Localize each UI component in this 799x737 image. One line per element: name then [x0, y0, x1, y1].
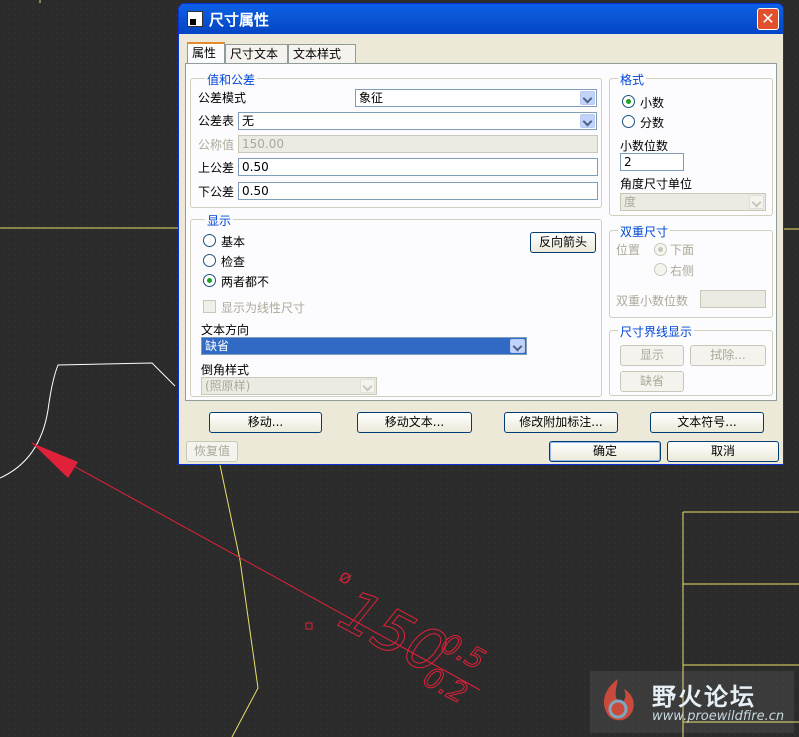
edit-attach-button[interactable]: 修改附加标注... [504, 412, 618, 433]
chevron-down-icon[interactable] [580, 91, 595, 105]
angle-unit-value: 度 [624, 195, 637, 209]
chamfer-style-value: (照原样) [205, 379, 251, 393]
properties-panel: 值和公差 公差模式 象征 公差表 无 公称值 150.00 上公差 0.50 下… [185, 63, 777, 401]
tolerance-mode-select[interactable]: 象征 [355, 89, 597, 107]
show-linear-checkbox [203, 300, 216, 313]
dimension-handle[interactable] [305, 622, 313, 630]
tab-properties[interactable]: 属性 [187, 42, 225, 64]
chamfer-style-label: 倒角样式 [201, 363, 250, 377]
fraction-radio[interactable] [622, 115, 635, 128]
fraction-label: 分数 [640, 116, 665, 130]
close-button[interactable]: ✕ [757, 8, 779, 30]
angle-unit-select: 度 [620, 193, 766, 211]
ok-button[interactable]: 确定 [549, 441, 661, 462]
watermark-url: www.proewildfire.cn [652, 709, 785, 724]
tolerance-mode-label: 公差模式 [198, 91, 247, 105]
nominal-value-field: 150.00 [238, 135, 598, 153]
text-symbol-button[interactable]: 文本符号... [650, 412, 764, 433]
decimal-places-field[interactable]: 2 [620, 153, 684, 171]
tolerance-table-value: 无 [242, 114, 255, 128]
show-linear-label: 显示为线性尺寸 [221, 301, 306, 315]
group-title: 双重尺寸 [618, 223, 671, 240]
witness-line-group: 尺寸界线显示 显示 拭除... 缺省 [609, 323, 773, 396]
inspect-radio[interactable] [203, 254, 216, 267]
neither-radio[interactable] [203, 274, 216, 287]
value-tolerance-group: 值和公差 公差模式 象征 公差表 无 公称值 150.00 上公差 0.50 下… [190, 71, 602, 208]
dual-position-label: 位置 [616, 243, 641, 257]
dimension-text[interactable]: Ø 150 0.5 0.2 [310, 568, 491, 711]
nominal-label: 公称值 [198, 138, 235, 152]
chevron-down-icon [749, 195, 764, 209]
dual-right-radio [654, 263, 667, 276]
inspect-label: 检查 [221, 255, 246, 269]
forum-watermark: 野火论坛 www.proewildfire.cn [590, 671, 794, 733]
basic-radio[interactable] [203, 234, 216, 247]
group-title: 格式 [618, 71, 647, 88]
tolerance-mode-value: 象征 [359, 91, 384, 105]
arc-geometry [0, 362, 176, 479]
decimal-label: 小数 [640, 96, 665, 110]
chevron-down-icon [360, 379, 375, 393]
dialog-titlebar[interactable]: 尺寸属性 ✕ [179, 4, 783, 34]
display-group: 显示 基本 检查 两者都不 反向箭头 显示为线性尺寸 文本方向 缺省 倒角样式 … [190, 212, 602, 397]
tab-dimension-text[interactable]: 尺寸文本 [225, 44, 288, 63]
upper-tolerance-label: 上公差 [198, 161, 235, 175]
move-text-button[interactable]: 移动文本... [357, 412, 472, 433]
dimension-prefix: Ø [336, 569, 353, 588]
cancel-button[interactable]: 取消 [667, 441, 779, 462]
text-orientation-label: 文本方向 [201, 323, 250, 337]
close-icon: ✕ [761, 9, 775, 28]
angle-unit-label: 角度尺寸单位 [620, 177, 693, 191]
tab-text-style[interactable]: 文本样式 [288, 44, 356, 63]
basic-label: 基本 [221, 235, 246, 249]
geometry-line [219, 464, 259, 737]
chevron-down-icon[interactable] [580, 114, 595, 128]
decimal-radio[interactable] [622, 95, 635, 108]
tolerance-table-label: 公差表 [198, 114, 235, 128]
dual-dimension-group: 双重尺寸 位置 下面 右侧 双重小数位数 [609, 223, 773, 318]
format-group: 格式 小数 分数 小数位数 2 角度尺寸单位 度 [609, 71, 773, 216]
tolerance-table-select[interactable]: 无 [238, 112, 597, 130]
upper-tolerance-field[interactable]: 0.50 [238, 158, 598, 176]
dimension-properties-dialog: 尺寸属性 ✕ 属性 尺寸文本 文本样式 值和公差 公差模式 象征 公差表 无 公… [178, 3, 784, 465]
group-title: 显示 [205, 212, 234, 229]
witness-erase-button: 拭除... [690, 345, 766, 366]
dialog-title: 尺寸属性 [209, 11, 270, 29]
window-icon [187, 11, 203, 27]
dual-decimal-label: 双重小数位数 [616, 294, 689, 308]
chamfer-style-select: (照原样) [201, 377, 377, 395]
move-button[interactable]: 移动... [209, 412, 322, 433]
flame-logo-icon [603, 679, 634, 721]
dual-below-radio [654, 243, 667, 256]
group-title: 尺寸界线显示 [618, 323, 695, 340]
group-title: 值和公差 [205, 71, 258, 88]
dual-below-label: 下面 [670, 243, 695, 257]
decimal-places-label: 小数位数 [620, 139, 669, 153]
text-orientation-select[interactable]: 缺省 [201, 337, 527, 355]
text-orientation-value: 缺省 [205, 339, 230, 353]
dimension-arrowhead [32, 443, 78, 478]
witness-default-button: 缺省 [620, 371, 684, 392]
neither-label: 两者都不 [221, 275, 270, 289]
lower-tolerance-label: 下公差 [198, 185, 235, 199]
dual-right-label: 右侧 [670, 264, 695, 278]
witness-show-button: 显示 [620, 345, 684, 366]
watermark-title: 野火论坛 [652, 683, 756, 711]
dual-decimal-field [700, 290, 766, 308]
restore-button: 恢复值 [186, 441, 238, 462]
chevron-down-icon[interactable] [510, 339, 525, 353]
lower-tolerance-field[interactable]: 0.50 [238, 182, 598, 200]
flip-arrows-button[interactable]: 反向箭头 [530, 232, 596, 253]
